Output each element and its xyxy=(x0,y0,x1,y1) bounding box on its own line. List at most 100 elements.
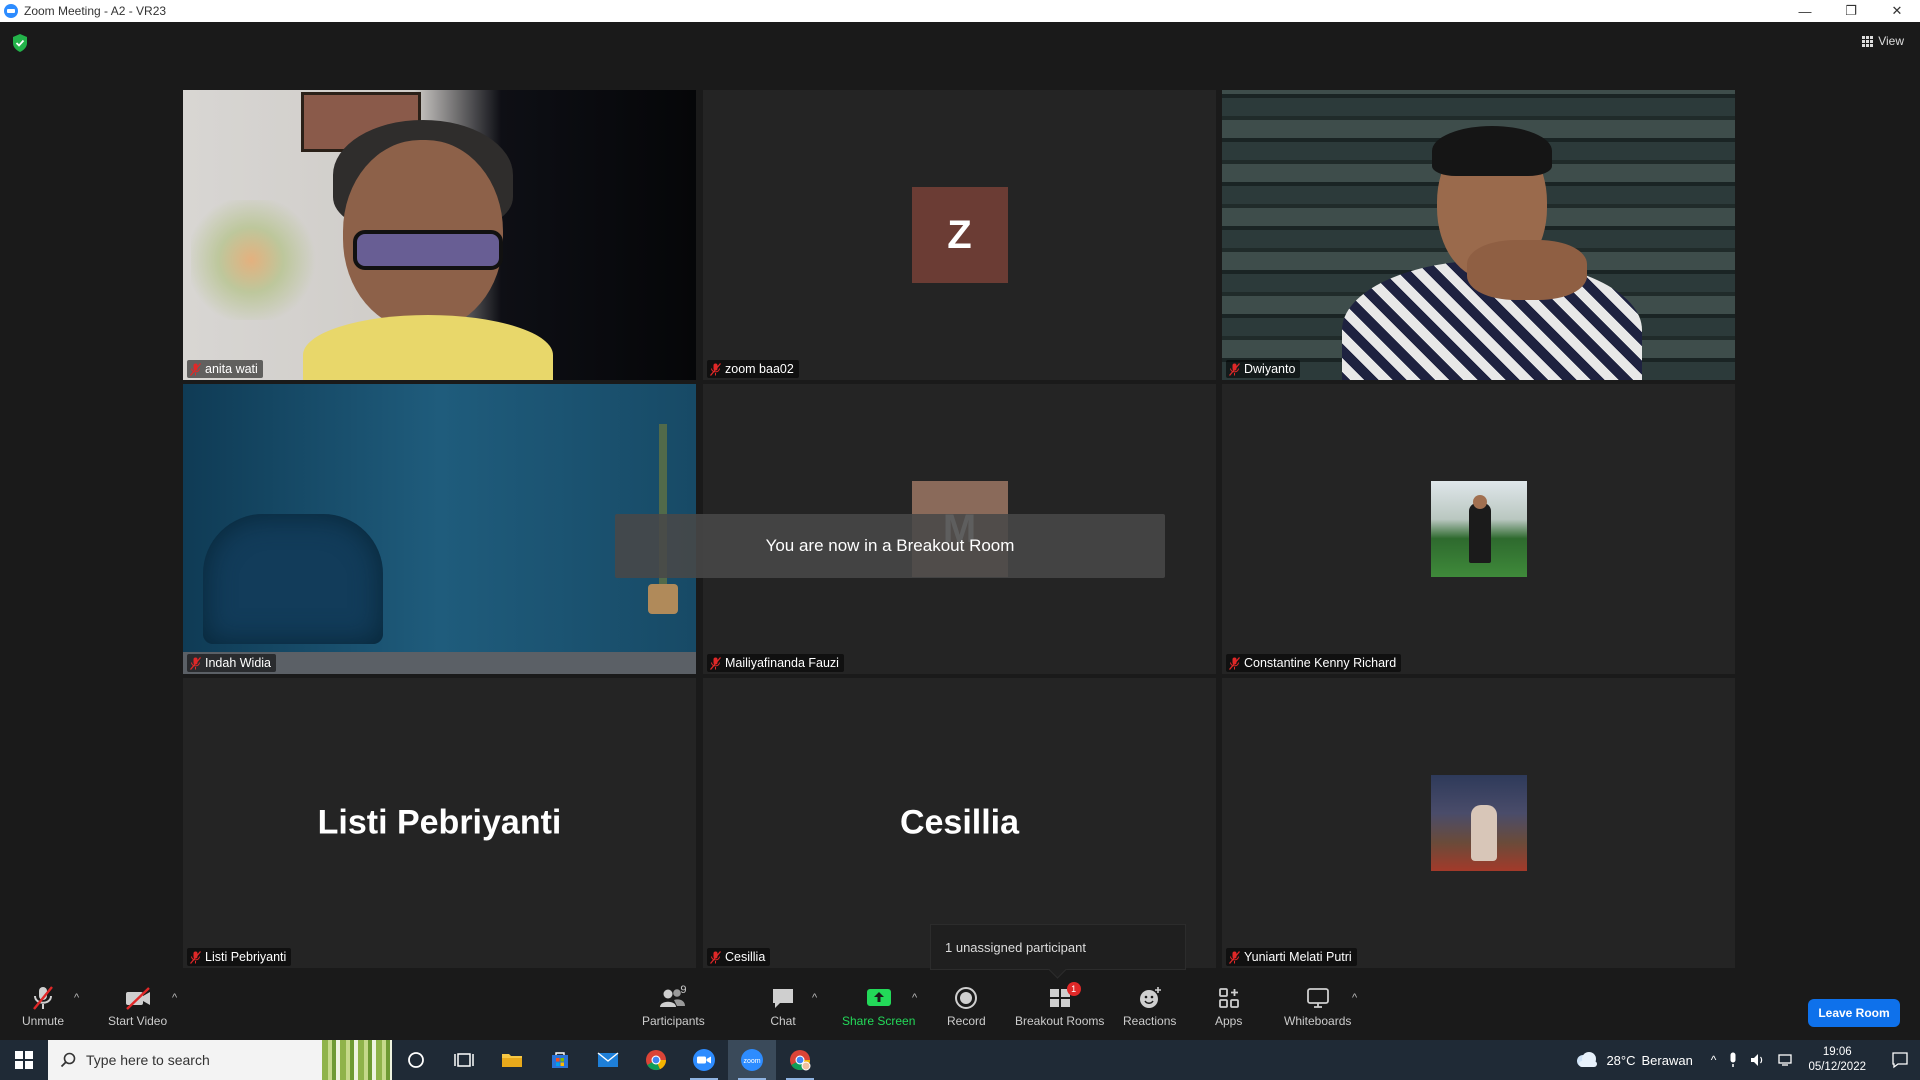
breakout-rooms-label: Breakout Rooms xyxy=(1015,1014,1105,1028)
participant-name: Dwiyanto xyxy=(1244,362,1296,376)
encryption-shield-icon[interactable] xyxy=(12,34,28,52)
mic-muted-icon xyxy=(190,950,201,964)
weather-condition[interactable]: Berawan xyxy=(1641,1053,1692,1068)
video-options-chevron-up-icon[interactable]: ^ xyxy=(172,992,177,1004)
clock-date: 05/12/2022 xyxy=(1808,1061,1866,1073)
close-button[interactable]: ✕ xyxy=(1874,0,1920,22)
chat-button[interactable]: Chat xyxy=(770,982,796,1028)
grid-view-icon xyxy=(1862,35,1874,47)
whiteboard-options-chevron-up-icon[interactable]: ^ xyxy=(1352,992,1357,1004)
chat-bubble-icon xyxy=(773,989,793,1008)
whiteboards-button[interactable]: Whiteboards xyxy=(1284,982,1351,1028)
view-label: View xyxy=(1878,34,1904,48)
mic-muted-icon xyxy=(1229,656,1240,670)
record-button[interactable]: Record xyxy=(947,982,986,1028)
chrome-profile-icon xyxy=(790,1050,811,1071)
zoom-app-icon xyxy=(4,4,18,18)
video-tile-dwiyanto[interactable]: Dwiyanto xyxy=(1222,90,1735,380)
apps-icon xyxy=(1218,988,1239,1008)
participant-name-tag: Mailiyafinanda Fauzi xyxy=(707,654,844,672)
record-label: Record xyxy=(947,1014,986,1028)
audio-options-chevron-up-icon[interactable]: ^ xyxy=(74,992,79,1004)
show-hidden-icons-chevron-up-icon[interactable]: ^ xyxy=(1711,1053,1717,1067)
participants-count: 9 xyxy=(680,984,687,996)
unmute-button[interactable]: Unmute xyxy=(22,982,64,1028)
cortana-button[interactable] xyxy=(392,1040,440,1080)
network-icon[interactable] xyxy=(1778,1053,1794,1067)
leave-room-button[interactable]: Leave Room xyxy=(1808,999,1900,1027)
video-tile-constantine-kenny-richard[interactable]: Constantine Kenny Richard xyxy=(1222,384,1735,674)
chrome-icon xyxy=(646,1050,667,1071)
participant-name: Indah Widia xyxy=(205,656,272,670)
participant-name: Yuniarti Melati Putri xyxy=(1244,950,1352,964)
participant-initial-avatar: Z xyxy=(911,187,1008,283)
zoom-meeting-button[interactable]: zoom xyxy=(728,1040,776,1080)
participant-display-name: Listi Pebriyanti xyxy=(317,803,562,842)
clock-time: 19:06 xyxy=(1822,1046,1852,1058)
zoom-button[interactable] xyxy=(680,1040,728,1080)
participant-profile-photo xyxy=(1430,481,1527,577)
whiteboards-label: Whiteboards xyxy=(1284,1014,1352,1028)
task-view-icon xyxy=(454,1053,474,1067)
mic-muted-icon xyxy=(710,950,721,964)
share-screen-button[interactable]: Share Screen xyxy=(842,982,915,1028)
share-screen-arrow-icon xyxy=(866,989,891,1006)
breakout-rooms-button[interactable]: 1 Breakout Rooms xyxy=(1015,982,1104,1028)
notification-icon xyxy=(1892,1052,1908,1069)
taskbar-search-box[interactable]: Type here to search xyxy=(48,1040,392,1080)
search-icon xyxy=(60,1052,76,1068)
chrome-profile-button[interactable] xyxy=(776,1040,824,1080)
participant-name: Listi Pebriyanti xyxy=(205,950,287,964)
store-icon xyxy=(552,1052,568,1068)
start-video-button[interactable]: Start Video xyxy=(108,982,167,1028)
unassigned-participant-tooltip[interactable]: 1 unassigned participant xyxy=(930,924,1186,970)
start-button[interactable] xyxy=(0,1040,48,1080)
microphone-in-use-icon[interactable] xyxy=(1728,1052,1738,1068)
mail-button[interactable] xyxy=(584,1040,632,1080)
weather-temperature[interactable]: 28°C xyxy=(1606,1053,1635,1068)
video-camera-off-icon xyxy=(125,987,150,1010)
participants-button[interactable]: 9 Participants xyxy=(642,982,705,1028)
unmute-label: Unmute xyxy=(22,1014,65,1028)
share-options-chevron-up-icon[interactable]: ^ xyxy=(912,992,917,1004)
search-placeholder: Type here to search xyxy=(86,1052,210,1068)
mic-muted-icon xyxy=(190,362,201,376)
notification-center-button[interactable] xyxy=(1880,1040,1920,1080)
chat-label: Chat xyxy=(770,1014,796,1028)
chat-options-chevron-up-icon[interactable]: ^ xyxy=(812,992,817,1004)
participant-name-tag: Constantine Kenny Richard xyxy=(1226,654,1402,672)
weather-cloud-icon[interactable] xyxy=(1574,1051,1600,1069)
reactions-smiley-icon xyxy=(1139,987,1161,1008)
window-title: Zoom Meeting - A2 - VR23 xyxy=(24,4,167,18)
participant-video xyxy=(1222,90,1735,380)
file-explorer-button[interactable] xyxy=(488,1040,536,1080)
participant-name-tag: Listi Pebriyanti xyxy=(187,948,292,966)
record-icon xyxy=(955,987,978,1009)
participant-name-tag: Cesillia xyxy=(707,948,771,966)
volume-icon[interactable] xyxy=(1750,1052,1766,1068)
video-tile-zoom-baa02[interactable]: Z zoom baa02 xyxy=(703,90,1216,380)
apps-button[interactable]: Apps xyxy=(1215,982,1242,1028)
system-tray: 28°C Berawan ^ 19:06 05/12/2022 xyxy=(1574,1040,1920,1080)
video-tile-anita-wati[interactable]: anita wati xyxy=(183,90,696,380)
video-tile-yuniarti-melati-putri[interactable]: Yuniarti Melati Putri xyxy=(1222,678,1735,968)
minimize-button[interactable]: — xyxy=(1782,0,1828,22)
breakout-room-notification: You are now in a Breakout Room xyxy=(615,514,1165,578)
reactions-label: Reactions xyxy=(1123,1014,1177,1028)
participant-video xyxy=(183,90,696,380)
view-button[interactable]: View xyxy=(1862,34,1904,48)
store-button[interactable] xyxy=(536,1040,584,1080)
participant-name: anita wati xyxy=(205,362,258,376)
taskbar-clock[interactable]: 19:06 05/12/2022 xyxy=(1808,1045,1866,1075)
mic-muted-icon xyxy=(1229,950,1240,964)
microphone-muted-icon xyxy=(33,986,53,1010)
participant-profile-photo xyxy=(1430,775,1527,871)
reactions-button[interactable]: Reactions xyxy=(1123,982,1176,1028)
participant-name: Cesillia xyxy=(725,950,766,964)
task-view-button[interactable] xyxy=(440,1040,488,1080)
video-tile-listi-pebriyanti[interactable]: Listi Pebriyanti Listi Pebriyanti xyxy=(183,678,696,968)
chrome-button[interactable] xyxy=(632,1040,680,1080)
participant-name-tag: Dwiyanto xyxy=(1226,360,1301,378)
restore-button[interactable]: ❐ xyxy=(1828,0,1874,22)
zoom-meeting-icon: zoom xyxy=(741,1049,763,1071)
